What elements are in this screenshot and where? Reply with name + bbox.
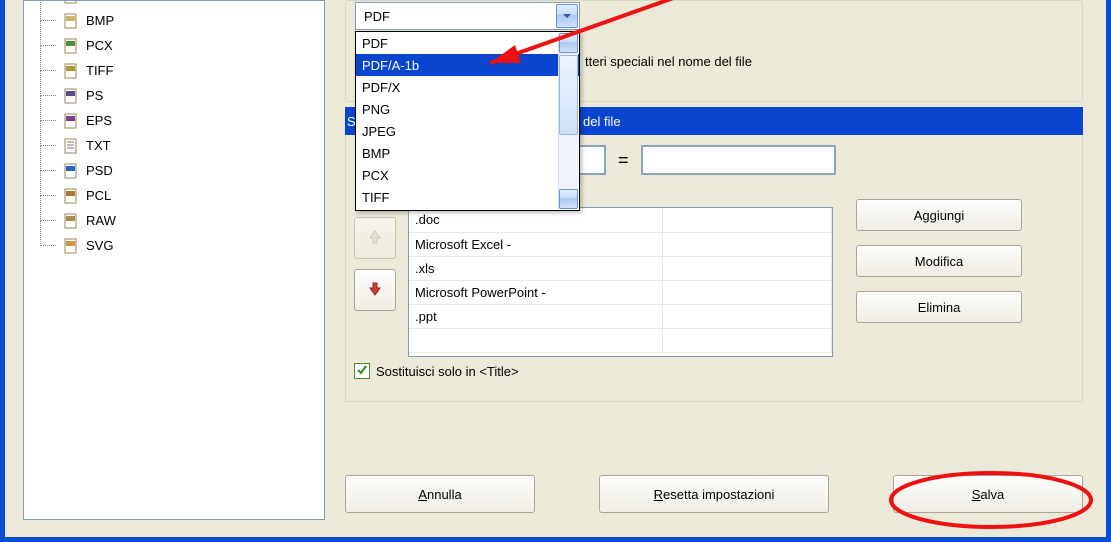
- tree-item-ps[interactable]: PS: [62, 83, 324, 108]
- move-down-button[interactable]: [354, 269, 396, 311]
- list-row[interactable]: .xls: [409, 256, 832, 280]
- file-icon: [62, 237, 80, 255]
- combo-option-pdfx[interactable]: PDF/X: [356, 76, 579, 98]
- list-row[interactable]: Microsoft PowerPoint -: [409, 280, 832, 304]
- list-cell-c2: [663, 304, 832, 328]
- format-tree[interactable]: JPEG BMP PCX TIFF PS: [24, 0, 324, 258]
- dialog-bottom-buttons: Annulla Resetta impostazioni Salva: [345, 469, 1083, 519]
- combo-option-jpeg[interactable]: JPEG: [356, 120, 579, 142]
- arrow-up-icon: [366, 228, 384, 249]
- list-cell-c1: .ppt: [409, 304, 663, 328]
- settings-right-area: tteri speciali nel nome del file S del f…: [345, 0, 1098, 527]
- file-icon: [62, 12, 80, 30]
- equals-sign: =: [618, 150, 629, 171]
- move-up-button[interactable]: [354, 217, 396, 259]
- file-icon: [62, 37, 80, 55]
- list-cell-c2: [663, 208, 832, 232]
- move-updown-controls: [354, 217, 396, 311]
- title-only-checkbox[interactable]: [354, 363, 370, 379]
- file-icon: [62, 87, 80, 105]
- file-icon: [62, 187, 80, 205]
- scroll-up-button[interactable]: [559, 33, 578, 53]
- combo-option-bmp[interactable]: BMP: [356, 142, 579, 164]
- list-cell-c1: Microsoft PowerPoint -: [409, 280, 663, 304]
- file-icon: [62, 162, 80, 180]
- cancel-button[interactable]: Annulla: [345, 475, 535, 513]
- output-format-combobox[interactable]: PDF PDF PDF/A-1b PDF/X PNG JPEG BMP PCX …: [355, 2, 580, 30]
- combo-dropdown-button[interactable]: [556, 4, 578, 28]
- tree-item-label: JPEG: [86, 0, 120, 3]
- list-cell-c2: [663, 256, 832, 280]
- combo-option-pdfa1b[interactable]: PDF/A-1b: [356, 54, 579, 76]
- combo-options-list[interactable]: PDF PDF/A-1b PDF/X PNG JPEG BMP PCX TIFF: [355, 31, 580, 211]
- tree-item-pcx[interactable]: PCX: [62, 33, 324, 58]
- scroll-thumb[interactable]: [559, 55, 578, 135]
- file-icon: [62, 137, 80, 155]
- tree-item-txt[interactable]: TXT: [62, 133, 324, 158]
- file-icon: [62, 62, 80, 80]
- file-icon: [62, 212, 80, 230]
- file-icon: [62, 112, 80, 130]
- tree-item-jpeg[interactable]: JPEG: [62, 0, 324, 8]
- file-icon: [62, 0, 80, 5]
- substitution-action-buttons: Aggiungi Modifica Elimina: [856, 199, 1022, 323]
- tree-item-label: EPS: [86, 113, 112, 128]
- tree-item-label: RAW: [86, 213, 116, 228]
- list-row[interactable]: .ppt: [409, 304, 832, 328]
- substitution-equation-row: =: [560, 145, 836, 175]
- combo-option-pcx[interactable]: PCX: [356, 164, 579, 186]
- tree-item-label: SVG: [86, 238, 113, 253]
- chevron-down-icon: [562, 9, 572, 24]
- tree-item-label: PCX: [86, 38, 113, 53]
- tree-item-label: TXT: [86, 138, 111, 153]
- combo-scrollbar[interactable]: [558, 33, 578, 209]
- arrow-down-icon: [366, 280, 384, 301]
- list-cell-c1: Microsoft Excel -: [409, 232, 663, 256]
- list-row[interactable]: Microsoft Excel -: [409, 232, 832, 256]
- substitution-list[interactable]: .doc Microsoft Excel - .xls Microsoft Po…: [408, 207, 833, 357]
- delete-button[interactable]: Elimina: [856, 291, 1022, 323]
- combo-selected-field[interactable]: PDF: [355, 2, 580, 30]
- list-row[interactable]: .doc: [409, 208, 832, 232]
- title-only-checkbox-row: Sostituisci solo in <Title>: [354, 363, 519, 379]
- scroll-down-button[interactable]: [559, 189, 578, 209]
- combo-option-tiff[interactable]: TIFF: [356, 186, 579, 208]
- tree-item-raw[interactable]: RAW: [62, 208, 324, 233]
- tree-item-pcl[interactable]: PCL: [62, 183, 324, 208]
- save-button[interactable]: Salva: [893, 475, 1083, 513]
- list-row[interactable]: [409, 328, 832, 352]
- title-only-label: Sostituisci solo in <Title>: [376, 364, 519, 379]
- tree-item-bmp[interactable]: BMP: [62, 8, 324, 33]
- special-chars-hint: tteri speciali nel nome del file: [585, 54, 752, 69]
- combo-option-pdf[interactable]: PDF: [356, 32, 579, 54]
- list-cell-c2: [663, 232, 832, 256]
- tree-item-psd[interactable]: PSD: [62, 158, 324, 183]
- combo-option-png[interactable]: PNG: [356, 98, 579, 120]
- format-tree-panel: JPEG BMP PCX TIFF PS: [23, 0, 325, 520]
- tree-item-tiff[interactable]: TIFF: [62, 58, 324, 83]
- tree-item-svg[interactable]: SVG: [62, 233, 324, 258]
- tree-item-label: BMP: [86, 13, 114, 28]
- tree-item-label: TIFF: [86, 63, 113, 78]
- header-tail-text: del file: [583, 114, 621, 129]
- tree-item-eps[interactable]: EPS: [62, 108, 324, 133]
- list-cell-c1: .doc: [409, 208, 663, 232]
- add-button[interactable]: Aggiungi: [856, 199, 1022, 231]
- reset-button[interactable]: Resetta impostazioni: [599, 475, 829, 513]
- tree-item-label: PCL: [86, 188, 111, 203]
- modify-button[interactable]: Modifica: [856, 245, 1022, 277]
- list-cell-c2: [663, 280, 832, 304]
- list-cell-c1: .xls: [409, 256, 663, 280]
- check-icon: [356, 364, 368, 379]
- tree-item-label: PSD: [86, 163, 113, 178]
- substitution-to-field[interactable]: [641, 145, 836, 175]
- tree-item-label: PS: [86, 88, 103, 103]
- combo-selected-value: PDF: [364, 9, 390, 24]
